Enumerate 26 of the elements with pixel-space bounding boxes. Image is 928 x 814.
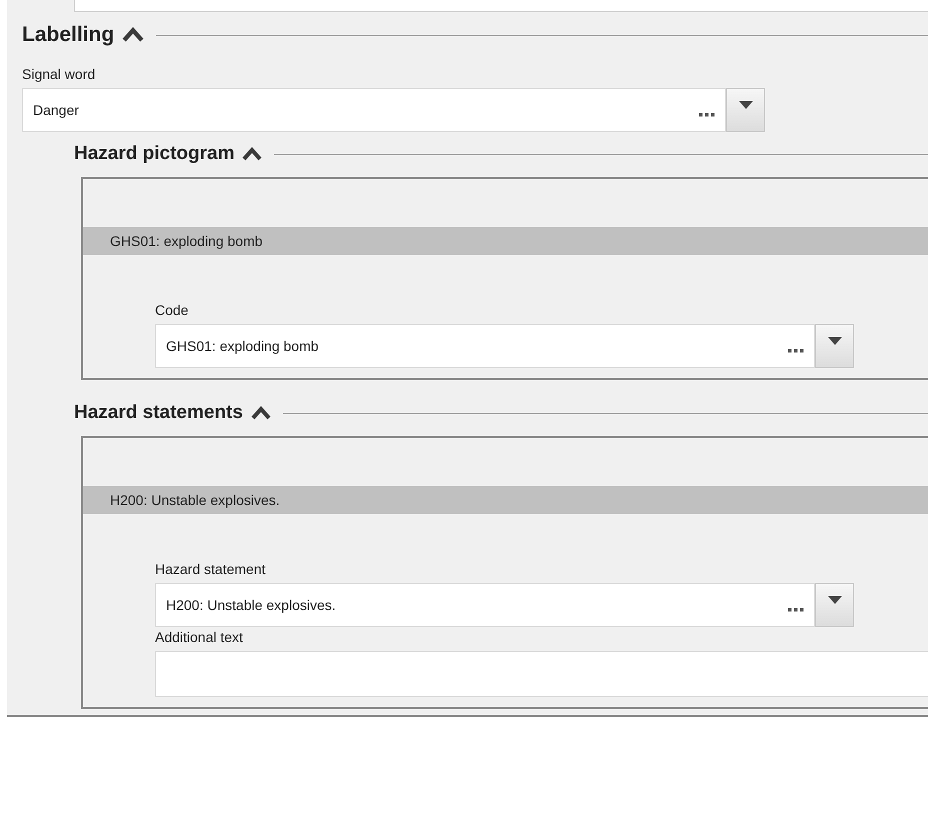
section-title: Hazard pictogram <box>74 142 234 166</box>
ellipsis-icon[interactable] <box>788 608 804 612</box>
text-field[interactable] <box>74 0 928 12</box>
entry-header-bar[interactable]: GHS01: exploding bomb <box>83 227 928 255</box>
caret-down-icon <box>828 337 842 345</box>
section-title: Labelling <box>22 22 114 48</box>
dropdown-button[interactable] <box>815 324 854 368</box>
section-title: Hazard statements <box>74 400 243 425</box>
ellipsis-icon[interactable] <box>699 113 715 117</box>
field-label: Code <box>155 301 188 320</box>
chevron-up-icon[interactable] <box>122 27 144 43</box>
dropdown-button[interactable] <box>726 88 765 132</box>
picklist-field[interactable]: H200: Unstable explosives. <box>155 583 815 627</box>
picklist-field[interactable]: Danger <box>22 88 726 132</box>
picklist-field[interactable]: GHS01: exploding bomb <box>155 324 815 368</box>
chevron-up-icon[interactable] <box>250 406 271 420</box>
field-label: Hazard statement <box>155 560 266 579</box>
ellipsis-icon[interactable] <box>788 349 804 353</box>
dropdown-button[interactable] <box>815 583 854 627</box>
caret-down-icon <box>828 596 842 604</box>
text-field[interactable] <box>155 651 928 697</box>
caret-down-icon <box>738 101 752 109</box>
chevron-up-icon[interactable] <box>242 147 262 161</box>
entry-header-bar[interactable]: H200: Unstable explosives. <box>83 486 928 514</box>
field-label: Additional text <box>155 628 243 647</box>
field-label: Signal word <box>22 65 96 84</box>
